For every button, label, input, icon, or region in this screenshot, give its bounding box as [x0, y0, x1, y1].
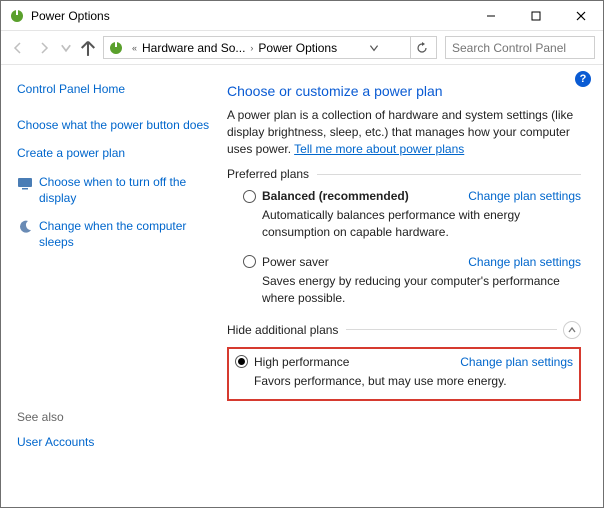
breadcrumb-segment[interactable]: Hardware and So... — [141, 41, 246, 55]
sidebar-link[interactable]: Choose when to turn off the display — [39, 174, 211, 206]
plan-description: Favors performance, but may use more ene… — [254, 373, 573, 390]
change-plan-settings-link[interactable]: Change plan settings — [468, 255, 581, 269]
power-options-icon — [108, 40, 124, 56]
power-options-window: Power Options « Hardware and So... › Pow… — [0, 0, 604, 508]
change-plan-settings-link[interactable]: Change plan settings — [468, 189, 581, 203]
preferred-plans-header: Preferred plans — [227, 167, 581, 181]
breadcrumb-segment[interactable]: Power Options — [257, 41, 338, 55]
plan-name: High performance — [254, 355, 349, 369]
address-bar[interactable]: « Hardware and So... › Power Options — [103, 36, 437, 59]
window-title: Power Options — [31, 9, 468, 23]
plan-name: Power saver — [262, 255, 329, 269]
user-accounts-link[interactable]: User Accounts — [17, 434, 211, 450]
sidebar-link[interactable]: Choose what the power button does — [17, 117, 211, 133]
maximize-button[interactable] — [513, 1, 558, 30]
sidebar-link[interactable]: Change when the computer sleeps — [39, 218, 211, 250]
see-also-header: See also — [17, 410, 211, 424]
sidebar-link[interactable]: Create a power plan — [17, 145, 211, 161]
display-off-icon — [17, 175, 33, 191]
plan-description: Automatically balances performance with … — [262, 207, 581, 241]
high-performance-radio[interactable] — [235, 355, 248, 368]
forward-button[interactable] — [33, 37, 55, 59]
search-input[interactable] — [445, 36, 595, 59]
plan-name: Balanced (recommended) — [262, 189, 409, 203]
plan-balanced: Balanced (recommended) Change plan setti… — [243, 189, 581, 241]
control-panel-home-link[interactable]: Control Panel Home — [17, 81, 211, 97]
recent-dropdown[interactable] — [59, 37, 73, 59]
close-button[interactable] — [558, 1, 603, 30]
power-saver-radio[interactable] — [243, 255, 256, 268]
address-dropdown[interactable] — [365, 42, 383, 54]
page-heading: Choose or customize a power plan — [227, 83, 581, 99]
chevron-left-icon: « — [128, 43, 141, 53]
change-plan-settings-link[interactable]: Change plan settings — [460, 355, 573, 369]
titlebar: Power Options — [1, 1, 603, 31]
hide-additional-plans-header[interactable]: Hide additional plans — [227, 321, 581, 339]
sleep-icon — [17, 219, 33, 235]
back-button[interactable] — [7, 37, 29, 59]
power-options-icon — [9, 8, 25, 24]
learn-more-link[interactable]: Tell me more about power plans — [294, 142, 464, 156]
highlighted-plan: High performance Change plan settings Fa… — [227, 347, 581, 402]
help-icon[interactable]: ? — [575, 71, 591, 87]
sidebar: Control Panel Home Choose what the power… — [1, 65, 221, 507]
refresh-button[interactable] — [410, 36, 434, 59]
plan-description: Saves energy by reducing your computer's… — [262, 273, 581, 307]
minimize-button[interactable] — [468, 1, 513, 30]
balanced-radio[interactable] — [243, 190, 256, 203]
up-button[interactable] — [77, 37, 99, 59]
main-content: Choose or customize a power plan A power… — [221, 65, 603, 507]
collapse-button[interactable] — [563, 321, 581, 339]
toolbar: « Hardware and So... › Power Options — [1, 31, 603, 65]
page-description: A power plan is a collection of hardware… — [227, 107, 581, 157]
plan-power-saver: Power saver Change plan settings Saves e… — [243, 255, 581, 307]
chevron-right-icon: › — [246, 43, 257, 53]
